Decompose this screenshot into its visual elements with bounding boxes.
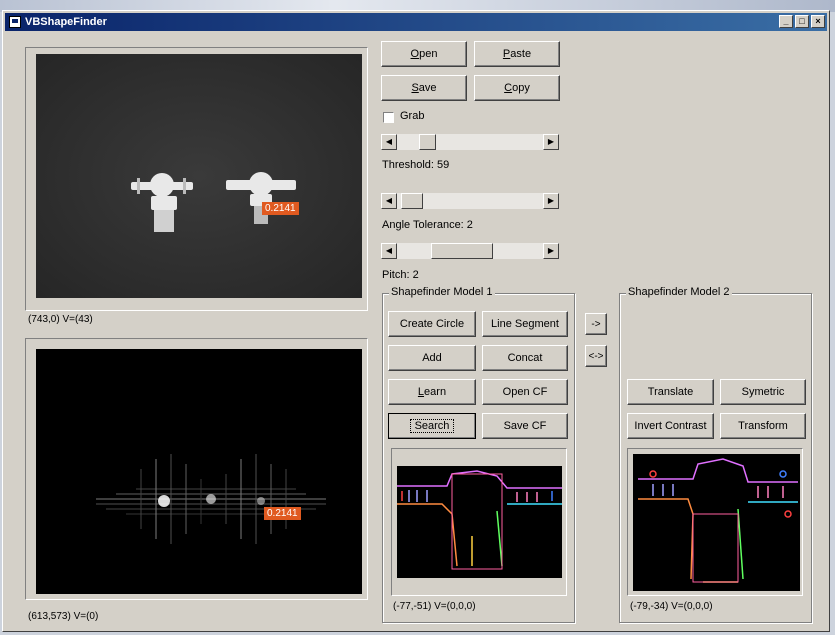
threshold-slider-thumb[interactable] [419,134,436,150]
transfer-forward-button[interactable]: -> [585,313,607,335]
result-image-canvas [36,349,362,594]
add-button[interactable]: Add [388,345,476,371]
open-button[interactable]: Open [381,41,467,67]
learn-button[interactable]: Learn [388,379,476,405]
angle-tolerance-label: Angle Tolerance: 2 [382,219,473,231]
angle-slider-thumb[interactable] [401,193,423,209]
window-title: VBShapeFinder [25,16,107,28]
model1-preview[interactable] [397,466,562,578]
maximize-button[interactable]: □ [795,15,809,28]
model2-preview[interactable] [633,454,800,591]
pitch-left-arrow-icon[interactable]: ◀ [381,243,397,259]
minimize-button[interactable]: _ [779,15,793,28]
threshold-label: Threshold: 59 [382,159,450,171]
result-score-tag: 0.2141 [264,507,301,520]
create-circle-button[interactable]: Create Circle [388,311,476,337]
paste-button[interactable]: Paste [474,41,560,67]
source-image-canvas [36,54,362,298]
app-icon[interactable] [9,16,21,28]
title-bar[interactable]: VBShapeFinder _ □ × [5,13,827,31]
angle-tolerance-slider[interactable]: ◀ ▶ [381,193,559,209]
source-image[interactable]: 0.2141 [36,54,362,298]
result-image[interactable]: 0.2141 [36,349,362,594]
model2-title: Shapefinder Model 2 [626,286,732,298]
transfer-swap-button[interactable]: <-> [585,345,607,367]
model1-status-text: (-77,-51) V=(0,0,0) [393,601,476,612]
pitch-slider[interactable]: ◀ ▶ [381,243,559,259]
translate-button[interactable]: Translate [627,379,714,405]
close-button[interactable]: × [811,15,825,28]
source-status-text: (743,0) V=(43) [28,314,93,325]
save-cf-button[interactable]: Save CF [482,413,568,439]
pitch-slider-thumb[interactable] [431,243,493,259]
line-segment-button[interactable]: Line Segment [482,311,568,337]
app-window: VBShapeFinder _ □ × 0.2141 (743,0) V=(43… [2,10,830,632]
symetric-button[interactable]: Symetric [720,379,806,405]
grab-label: Grab [400,110,425,122]
pitch-right-arrow-icon[interactable]: ▶ [543,243,559,259]
transform-button[interactable]: Transform [720,413,806,439]
invert-contrast-button[interactable]: Invert Contrast [627,413,714,439]
search-button[interactable]: Search [388,413,476,439]
model1-title: Shapefinder Model 1 [389,286,495,298]
angle-left-arrow-icon[interactable]: ◀ [381,193,397,209]
threshold-right-arrow-icon[interactable]: ▶ [543,134,559,150]
model2-status-text: (-79,-34) V=(0,0,0) [630,601,713,612]
concat-button[interactable]: Concat [482,345,568,371]
model1-edge-canvas [397,470,562,570]
copy-button[interactable]: Copy [474,75,560,101]
angle-right-arrow-icon[interactable]: ▶ [543,193,559,209]
pitch-label: Pitch: 2 [382,269,419,281]
save-button[interactable]: Save [381,75,467,101]
model2-edge-canvas [638,458,798,583]
grab-checkbox[interactable] [383,112,394,123]
result-status-text: (613,573) V=(0) [28,611,99,622]
open-cf-button[interactable]: Open CF [482,379,568,405]
source-score-tag: 0.2141 [262,202,299,215]
threshold-slider[interactable]: ◀ ▶ [381,134,559,150]
threshold-left-arrow-icon[interactable]: ◀ [381,134,397,150]
